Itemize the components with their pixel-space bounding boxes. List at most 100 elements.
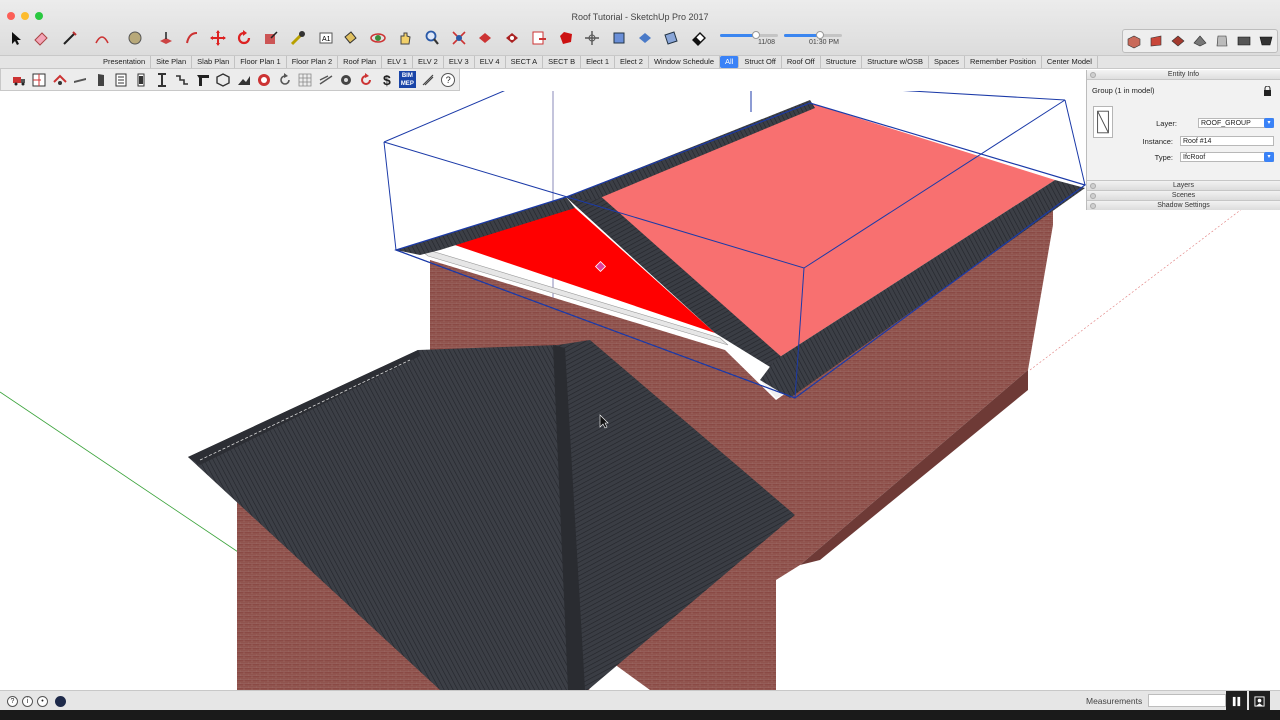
instance-input[interactable]: Roof #14 (1180, 136, 1274, 146)
instructor-icon[interactable] (55, 696, 66, 707)
send-to-layout-button[interactable] (528, 27, 550, 49)
tray-collapse-dot[interactable] (1090, 193, 1096, 199)
tray-section[interactable]: Scenes (1087, 190, 1280, 200)
entity-info-header[interactable]: Entity Info (1087, 70, 1280, 80)
scene-tab[interactable]: ELV 1 (382, 56, 413, 68)
scene-tab[interactable]: Roof Off (782, 56, 821, 68)
scene-tab[interactable]: Site Plan (151, 56, 193, 68)
refresh-tool-button[interactable] (357, 70, 376, 90)
bim-mep-button[interactable]: BIM MEP (398, 70, 417, 90)
scale-tool-button[interactable] (260, 27, 282, 49)
line-tool-button[interactable] (59, 27, 81, 49)
tray-section[interactable]: Shadow Settings (1087, 200, 1280, 210)
help-button[interactable]: ? (439, 70, 458, 90)
grid-tool-button[interactable] (295, 70, 314, 90)
type-select[interactable]: IfcRoof ▾ (1180, 152, 1274, 162)
tape-measure-tool-button[interactable] (287, 27, 309, 49)
beam-tool-button[interactable] (70, 70, 89, 90)
scene-tab[interactable]: Structure w/OSB (862, 56, 929, 68)
walk-button[interactable] (608, 27, 630, 49)
scene-tab[interactable]: Presentation (98, 56, 152, 68)
measurements-input[interactable] (1148, 694, 1226, 707)
zoom-tool-button[interactable] (421, 27, 443, 49)
scene-tab[interactable]: Structure (821, 56, 863, 68)
date-slider[interactable] (720, 31, 778, 39)
credits-icon[interactable]: i (22, 696, 33, 707)
scene-tab[interactable]: Slab Plan (192, 56, 236, 68)
move-tool-button[interactable] (207, 27, 229, 49)
warehouse-button[interactable] (474, 27, 496, 49)
scene-tab[interactable]: Center Model (1042, 56, 1098, 68)
scene-tab[interactable]: ELV 2 (413, 56, 444, 68)
look-around-button[interactable] (634, 27, 656, 49)
rotate-arrow-tool-button[interactable] (275, 70, 294, 90)
paint-bucket-tool-button[interactable] (339, 27, 361, 49)
tray-section[interactable]: Layers (1087, 180, 1280, 190)
corner-tool-button[interactable] (193, 70, 212, 90)
section-plane-button[interactable] (660, 27, 682, 49)
follow-me-tool-button[interactable] (181, 27, 203, 49)
scene-tab[interactable]: Elect 2 (615, 56, 649, 68)
text-tool-button[interactable]: A1 (315, 27, 337, 49)
scene-tab[interactable]: Window Schedule (649, 56, 720, 68)
time-slider[interactable] (784, 31, 842, 39)
scene-tab[interactable]: Struct Off (739, 56, 782, 68)
top-view-button[interactable] (1146, 32, 1166, 50)
push-pull-tool-button[interactable] (155, 27, 177, 49)
scene-tab[interactable]: Floor Plan 1 (235, 56, 287, 68)
iso-view-button[interactable] (1124, 32, 1144, 50)
front-view-button[interactable] (1168, 32, 1188, 50)
camera-tool-button[interactable] (254, 70, 273, 90)
orbit-tool-button[interactable] (367, 27, 389, 49)
column-tool-button[interactable] (132, 70, 151, 90)
back-view-button[interactable] (1212, 32, 1232, 50)
eraser-tool-button[interactable] (30, 27, 52, 49)
shape-tool-button[interactable] (124, 27, 146, 49)
measure-tool-button[interactable] (418, 70, 437, 90)
scene-tab[interactable]: Elect 1 (581, 56, 616, 68)
scene-tab[interactable]: Spaces (929, 56, 966, 68)
cost-estimate-button[interactable]: $ (377, 70, 396, 90)
scene-tab[interactable]: SECT B (543, 56, 582, 68)
time-slider-knob[interactable] (815, 31, 824, 39)
arc-tool-button[interactable] (91, 27, 113, 49)
scene-tab[interactable]: SECT A (506, 56, 544, 68)
wall-panel-tool-button[interactable] (111, 70, 130, 90)
gear-tool-button[interactable] (336, 70, 355, 90)
tray-collapse-dot[interactable] (1090, 203, 1096, 209)
scene-tab[interactable]: ELV 4 (475, 56, 506, 68)
truck-tool-button[interactable] (9, 70, 28, 90)
terrain-tool-button[interactable] (234, 70, 253, 90)
layer-select[interactable]: ROOF_GROUP ▾ (1198, 118, 1274, 128)
rotate-tool-button[interactable] (233, 27, 255, 49)
bottom-view-button[interactable] (1256, 32, 1276, 50)
ruby-console-button[interactable] (555, 27, 577, 49)
zoom-extents-tool-button[interactable] (448, 27, 470, 49)
scene-tab[interactable]: ELV 3 (444, 56, 475, 68)
door-tool-button[interactable] (91, 70, 110, 90)
eraser-small-button[interactable] (688, 27, 710, 49)
right-view-button[interactable] (1190, 32, 1210, 50)
scene-tab[interactable]: Floor Plan 2 (287, 56, 339, 68)
tray-collapse-dot[interactable] (1090, 183, 1096, 189)
roof-tool-button[interactable] (50, 70, 69, 90)
hexagon-tool-button[interactable] (214, 70, 233, 90)
pan-tool-button[interactable] (394, 27, 416, 49)
position-camera-button[interactable] (581, 27, 603, 49)
date-slider-knob[interactable] (751, 31, 760, 39)
scene-tab[interactable]: All (720, 56, 740, 68)
tray-collapse-dot[interactable] (1090, 72, 1096, 78)
geo-location-icon[interactable]: ? (7, 696, 18, 707)
scene-tab[interactable]: Remember Position (965, 56, 1042, 68)
fullscreen-button[interactable] (1249, 691, 1270, 711)
scene-tab[interactable]: Roof Plan (338, 56, 383, 68)
stair-tool-button[interactable] (173, 70, 192, 90)
left-view-button[interactable] (1234, 32, 1254, 50)
rebar-tool-button[interactable] (316, 70, 335, 90)
i-beam-tool-button[interactable] (152, 70, 171, 90)
floor-plan-tool-button[interactable] (29, 70, 48, 90)
user-icon[interactable]: • (37, 696, 48, 707)
pause-button[interactable] (1226, 691, 1247, 711)
extension-warehouse-button[interactable] (501, 27, 523, 49)
select-tool-button[interactable] (4, 27, 26, 49)
